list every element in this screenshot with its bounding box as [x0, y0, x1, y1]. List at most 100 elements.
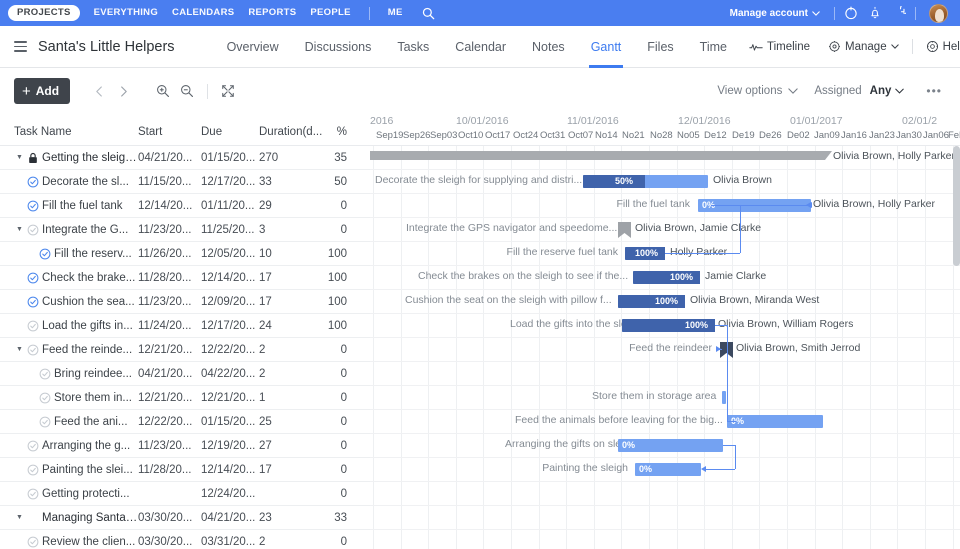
- task-percent-cell[interactable]: 33: [325, 512, 370, 524]
- gantt-task-bar[interactable]: 100%: [633, 271, 700, 284]
- table-row[interactable]: ▼Check the brake...11/28/20...12/14/20..…: [0, 266, 370, 290]
- task-percent-cell[interactable]: 0: [325, 344, 370, 356]
- check-circle-icon-muted[interactable]: [37, 416, 52, 428]
- collapse-caret-icon[interactable]: ▼: [14, 226, 25, 233]
- zoom-in-icon[interactable]: [152, 80, 174, 102]
- task-start-cell[interactable]: 11/15/20...: [138, 176, 201, 188]
- task-name-cell[interactable]: ▼Feed the ani...: [0, 416, 138, 428]
- task-percent-cell[interactable]: 100: [325, 320, 370, 332]
- task-name-cell[interactable]: ▼Decorate the sl...: [0, 176, 138, 188]
- task-due-cell[interactable]: 01/15/20...: [201, 416, 259, 428]
- task-start-cell[interactable]: 12/22/20...: [138, 416, 201, 428]
- task-due-cell[interactable]: 12/09/20...: [201, 296, 259, 308]
- task-percent-cell[interactable]: 100: [325, 272, 370, 284]
- task-duration-cell[interactable]: 33: [259, 176, 325, 188]
- check-circle-icon-muted[interactable]: [25, 464, 40, 476]
- table-row[interactable]: ▼ Getting the sleigh ... 04/21/20... 01/15/…: [0, 146, 370, 170]
- logout-icon[interactable]: [887, 1, 911, 25]
- task-start-cell[interactable]: 11/28/20...: [138, 272, 201, 284]
- gantt-task-bar[interactable]: 100%: [618, 295, 685, 308]
- gantt-task-bar[interactable]: 0%: [727, 415, 823, 428]
- column-header-due[interactable]: Due: [201, 126, 259, 138]
- collapse-caret-icon[interactable]: ▼: [14, 514, 25, 521]
- vertical-scrollbar[interactable]: [953, 146, 960, 266]
- task-start-cell[interactable]: 12/21/20...: [138, 392, 201, 404]
- gantt-task-bar[interactable]: 50%: [583, 175, 708, 188]
- gantt-task-bar[interactable]: 0%: [618, 439, 723, 452]
- collapse-caret-icon[interactable]: ▼: [14, 346, 25, 353]
- task-percent-cell[interactable]: 0: [325, 200, 370, 212]
- tab-gantt[interactable]: Gantt: [578, 26, 635, 68]
- task-percent-cell[interactable]: 0: [325, 224, 370, 236]
- task-name-cell[interactable]: ▼Fill the reserv...: [0, 248, 138, 260]
- task-name-cell[interactable]: ▼ Managing Santa's we...: [0, 512, 138, 524]
- zoom-out-icon[interactable]: [176, 80, 198, 102]
- task-percent-cell[interactable]: 0: [325, 440, 370, 452]
- add-button[interactable]: + Add: [14, 78, 71, 104]
- assigned-filter-dropdown[interactable]: Any: [870, 85, 905, 97]
- gantt-task-bar[interactable]: 100%: [625, 247, 665, 260]
- task-duration-cell[interactable]: 10: [259, 248, 325, 260]
- column-header-percent[interactable]: %: [325, 126, 370, 138]
- task-start-cell[interactable]: 11/23/20...: [138, 224, 201, 236]
- help-button[interactable]: Help: [917, 40, 960, 53]
- search-icon[interactable]: [417, 1, 441, 25]
- task-start-cell[interactable]: 12/21/20...: [138, 344, 201, 356]
- task-start-cell[interactable]: 04/21/20...: [138, 368, 201, 380]
- table-row[interactable]: ▼Painting the slei...11/28/20...12/14/20…: [0, 458, 370, 482]
- task-due-cell[interactable]: 12/21/20...: [201, 392, 259, 404]
- task-name-cell[interactable]: ▼Store them in...: [0, 392, 138, 404]
- task-percent-cell[interactable]: 50: [325, 176, 370, 188]
- task-duration-cell[interactable]: 2: [259, 536, 325, 548]
- task-due-cell[interactable]: 01/11/20...: [201, 200, 259, 212]
- hamburger-icon[interactable]: [14, 41, 27, 52]
- check-circle-icon-active[interactable]: [37, 248, 52, 260]
- table-row[interactable]: ▼Fill the reserv...11/26/20...12/05/20..…: [0, 242, 370, 266]
- task-duration-cell[interactable]: 27: [259, 440, 325, 452]
- table-row[interactable]: ▼Getting protecti... 12/24/20... 0: [0, 482, 370, 506]
- table-row[interactable]: ▼Load the gifts in...11/24/20...12/17/20…: [0, 314, 370, 338]
- task-due-cell[interactable]: 12/24/20...: [201, 488, 259, 500]
- task-name-cell[interactable]: ▼Review the clien...: [0, 536, 138, 548]
- tab-calendar[interactable]: Calendar: [442, 26, 519, 68]
- task-duration-cell[interactable]: 25: [259, 416, 325, 428]
- task-name-cell[interactable]: ▼Cushion the sea...: [0, 296, 138, 308]
- task-duration-cell[interactable]: 17: [259, 296, 325, 308]
- task-name-cell[interactable]: ▼ Integrate the G...: [0, 224, 138, 236]
- table-row[interactable]: ▼Bring reindee...04/21/20...04/22/20...2…: [0, 362, 370, 386]
- manage-account-button[interactable]: Manage account: [730, 8, 820, 19]
- task-percent-cell[interactable]: 100: [325, 296, 370, 308]
- avatar[interactable]: [929, 3, 948, 23]
- task-name-cell[interactable]: ▼Getting protecti...: [0, 488, 138, 500]
- task-due-cell[interactable]: 12/19/20...: [201, 440, 259, 452]
- task-duration-cell[interactable]: 2: [259, 344, 325, 356]
- task-due-cell[interactable]: 12/14/20...: [201, 272, 259, 284]
- task-name-cell[interactable]: ▼Check the brake...: [0, 272, 138, 284]
- task-due-cell[interactable]: 12/14/20...: [201, 464, 259, 476]
- fit-screen-icon[interactable]: [217, 80, 239, 102]
- nav-item-projects[interactable]: PROJECTS: [8, 5, 80, 21]
- tab-notes[interactable]: Notes: [519, 26, 578, 68]
- task-name-cell[interactable]: ▼ Feed the reinde...: [0, 344, 138, 356]
- task-percent-cell[interactable]: 0: [325, 368, 370, 380]
- check-circle-icon-muted[interactable]: [25, 344, 40, 356]
- table-row[interactable]: ▼ Managing Santa's we...03/30/20...04/21/…: [0, 506, 370, 530]
- tab-tasks[interactable]: Tasks: [384, 26, 442, 68]
- task-start-cell[interactable]: 11/24/20...: [138, 320, 201, 332]
- task-duration-cell[interactable]: 23: [259, 512, 325, 524]
- task-percent-cell[interactable]: 0: [325, 392, 370, 404]
- timeline-button[interactable]: Timeline: [740, 41, 819, 53]
- more-options-icon[interactable]: •••: [922, 84, 946, 98]
- task-due-cell[interactable]: 11/25/20...: [201, 224, 259, 236]
- gantt-task-bar[interactable]: 0%: [635, 463, 701, 476]
- check-circle-icon-muted[interactable]: [37, 368, 52, 380]
- check-circle-icon-active[interactable]: [25, 176, 40, 188]
- task-duration-cell[interactable]: 17: [259, 272, 325, 284]
- manage-button[interactable]: Manage: [819, 40, 908, 53]
- task-percent-cell[interactable]: 100: [325, 248, 370, 260]
- task-due-cell[interactable]: 12/05/20...: [201, 248, 259, 260]
- gantt-summary-bar[interactable]: [370, 151, 832, 160]
- task-name-cell[interactable]: ▼Load the gifts in...: [0, 320, 138, 332]
- check-circle-icon-muted[interactable]: [25, 488, 40, 500]
- clock-icon[interactable]: [839, 1, 863, 25]
